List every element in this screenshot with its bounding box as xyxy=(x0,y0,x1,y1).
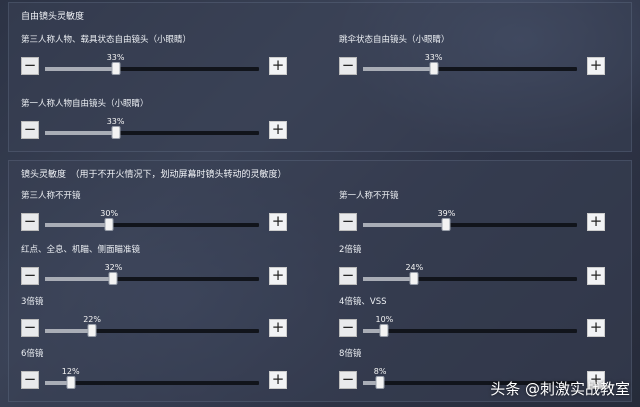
increase-button[interactable]: + xyxy=(587,319,605,337)
slider-fill xyxy=(45,67,116,71)
decrease-button[interactable]: − xyxy=(339,267,357,285)
decrease-button[interactable]: − xyxy=(21,57,39,75)
slider-percent: 30% xyxy=(100,209,119,218)
setting-label: 4倍镜、VSS xyxy=(339,297,387,307)
slider-percent: 24% xyxy=(405,263,424,272)
setting-label: 第三人称人物、载具状态自由镜头（小眼睛） xyxy=(21,35,192,45)
slider-fill xyxy=(363,67,434,71)
decrease-button[interactable]: − xyxy=(339,57,357,75)
setting-label: 跳伞状态自由镜头（小眼睛） xyxy=(339,35,450,45)
setting-label: 第一人称人物自由镜头（小眼睛） xyxy=(21,99,149,109)
setting-label: 3倍镜 xyxy=(21,297,44,307)
slider-thumb[interactable] xyxy=(66,376,76,389)
slider-track[interactable] xyxy=(363,67,577,71)
slider-fill xyxy=(45,277,114,281)
decrease-button[interactable]: − xyxy=(21,121,39,139)
setting-fpp-free-camera: 第一人称人物自由镜头（小眼睛） − 33% + xyxy=(21,97,301,147)
setting-fpp-no-scope: 第一人称不开镜 − 39% + xyxy=(339,189,619,239)
slider-percent: 39% xyxy=(437,209,456,218)
slider-fill xyxy=(363,223,447,227)
increase-button[interactable]: + xyxy=(587,267,605,285)
slider-track[interactable] xyxy=(363,277,577,281)
slider-thumb[interactable] xyxy=(441,218,451,231)
camera-sensitivity-panel: 镜头灵敏度 （用于不开火情况下，划动屏幕时镜头转动的灵敏度） 第三人称不开镜 −… xyxy=(8,160,632,402)
slider-fill xyxy=(45,329,93,333)
slider-thumb[interactable] xyxy=(104,218,114,231)
setting-6x-scope: 6倍镜 − 12% + xyxy=(21,347,301,397)
watermark: 头条 @刺激实战教室 xyxy=(490,380,630,398)
increase-button[interactable]: + xyxy=(269,213,287,231)
slider-track[interactable] xyxy=(45,131,259,135)
sensitivity-slider[interactable]: 12% xyxy=(45,367,259,393)
slider-percent: 32% xyxy=(104,263,123,272)
slider-fill xyxy=(363,277,415,281)
slider-percent: 33% xyxy=(106,53,125,62)
increase-button[interactable]: + xyxy=(269,319,287,337)
slider-track[interactable] xyxy=(45,381,259,385)
slider-percent: 12% xyxy=(61,367,80,376)
increase-button[interactable]: + xyxy=(587,213,605,231)
slider-thumb[interactable] xyxy=(108,272,118,285)
slider-thumb[interactable] xyxy=(429,62,439,75)
decrease-button[interactable]: − xyxy=(21,213,39,231)
sensitivity-slider[interactable]: 22% xyxy=(45,315,259,341)
slider-percent: 33% xyxy=(106,117,125,126)
sensitivity-slider[interactable]: 30% xyxy=(45,209,259,235)
panel-title: 镜头灵敏度 （用于不开火情况下，划动屏幕时镜头转动的灵敏度） xyxy=(21,170,287,180)
decrease-button[interactable]: − xyxy=(339,319,357,337)
slider-track[interactable] xyxy=(363,223,577,227)
slider-thumb[interactable] xyxy=(375,376,385,389)
slider-percent: 22% xyxy=(83,315,101,324)
sensitivity-slider[interactable]: 33% xyxy=(363,53,577,79)
setting-tpp-free-camera: 第三人称人物、载具状态自由镜头（小眼睛） − 33% + xyxy=(21,33,301,83)
slider-track[interactable] xyxy=(45,329,259,333)
slider-fill xyxy=(45,223,110,227)
panel-title: 自由镜头灵敏度 xyxy=(21,12,85,22)
slider-track[interactable] xyxy=(45,67,259,71)
slider-fill xyxy=(45,131,116,135)
setting-parachute-free-camera: 跳伞状态自由镜头（小眼睛） − 33% + xyxy=(339,33,619,83)
slider-thumb[interactable] xyxy=(111,126,121,139)
sensitivity-slider[interactable]: 10% xyxy=(363,315,577,341)
slider-track[interactable] xyxy=(45,277,259,281)
increase-button[interactable]: + xyxy=(269,267,287,285)
increase-button[interactable]: + xyxy=(269,371,287,389)
slider-percent: 33% xyxy=(424,53,443,62)
sensitivity-slider[interactable]: 39% xyxy=(363,209,577,235)
setting-label: 第一人称不开镜 xyxy=(339,191,399,201)
slider-thumb[interactable] xyxy=(409,272,419,285)
sensitivity-slider[interactable]: 33% xyxy=(45,117,259,143)
slider-thumb[interactable] xyxy=(379,324,389,337)
setting-label: 8倍镜 xyxy=(339,349,362,359)
increase-button[interactable]: + xyxy=(269,121,287,139)
decrease-button[interactable]: − xyxy=(339,371,357,389)
sensitivity-slider[interactable]: 32% xyxy=(45,263,259,289)
slider-thumb[interactable] xyxy=(87,324,97,337)
slider-track[interactable] xyxy=(363,329,577,333)
setting-red-dot-holo-sights: 红点、全息、机瞄、侧面瞄准镜 − 32% + xyxy=(21,243,301,293)
decrease-button[interactable]: − xyxy=(21,319,39,337)
setting-label: 6倍镜 xyxy=(21,349,44,359)
setting-label: 红点、全息、机瞄、侧面瞄准镜 xyxy=(21,245,141,255)
setting-3x-scope: 3倍镜 − 22% + xyxy=(21,295,301,345)
setting-2x-scope: 2倍镜 − 24% + xyxy=(339,243,619,293)
setting-label: 第三人称不开镜 xyxy=(21,191,81,201)
setting-label: 2倍镜 xyxy=(339,245,362,255)
decrease-button[interactable]: − xyxy=(21,371,39,389)
setting-tpp-no-scope: 第三人称不开镜 − 30% + xyxy=(21,189,301,239)
free-camera-sensitivity-panel: 自由镜头灵敏度 第三人称人物、载具状态自由镜头（小眼睛） − 33% + 跳伞状… xyxy=(8,2,632,152)
decrease-button[interactable]: − xyxy=(339,213,357,231)
slider-percent: 10% xyxy=(375,315,394,324)
increase-button[interactable]: + xyxy=(269,57,287,75)
sensitivity-slider[interactable]: 24% xyxy=(363,263,577,289)
setting-4x-scope-vss: 4倍镜、VSS − 10% + xyxy=(339,295,619,345)
decrease-button[interactable]: − xyxy=(21,267,39,285)
slider-track[interactable] xyxy=(45,223,259,227)
sensitivity-slider[interactable]: 33% xyxy=(45,53,259,79)
slider-percent: 8% xyxy=(373,367,387,376)
increase-button[interactable]: + xyxy=(587,57,605,75)
slider-thumb[interactable] xyxy=(111,62,121,75)
